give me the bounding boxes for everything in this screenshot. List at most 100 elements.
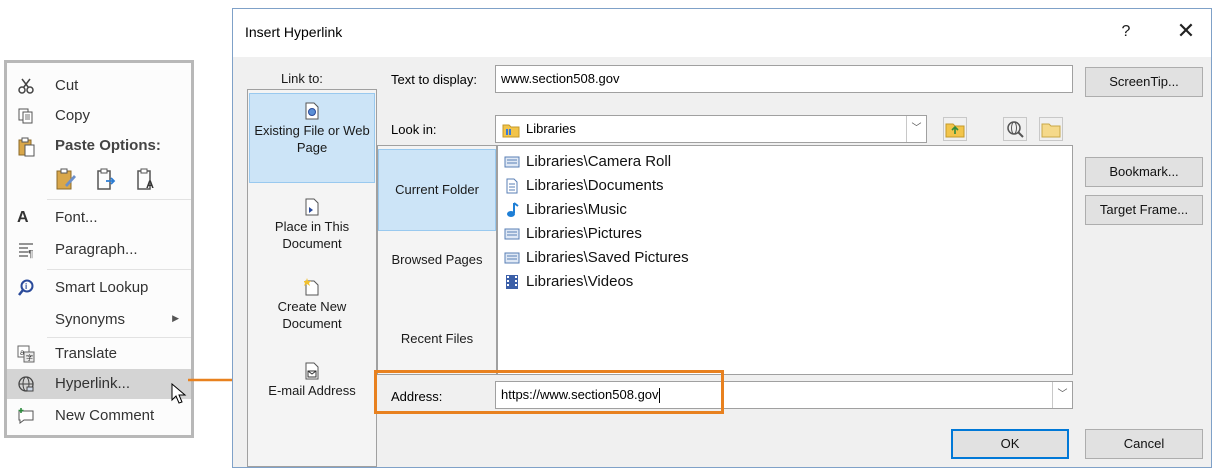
menu-item-label: Font... [55, 209, 98, 226]
font-icon: A [17, 209, 29, 226]
link-to-create-new-document[interactable]: Create New Document [249, 278, 375, 358]
smart-lookup-icon: i [17, 279, 35, 297]
help-button[interactable]: ? [1113, 19, 1139, 45]
menu-separator [47, 269, 191, 270]
list-item[interactable]: Libraries\Saved Pictures [504, 247, 689, 269]
link-to-label-email: E-mail Address [268, 383, 356, 398]
file-name: Libraries\Saved Pictures [526, 249, 689, 266]
address-highlight-box [374, 370, 724, 414]
videos-icon [506, 275, 518, 290]
menu-item-synonyms[interactable]: Synonyms ▶ [7, 305, 191, 335]
menu-item-font[interactable]: A Font... [7, 203, 191, 233]
link-to-existing-file[interactable]: Existing File or Web Page [249, 93, 375, 183]
menu-item-hyperlink[interactable]: Hyperlink... [7, 369, 191, 404]
svg-text:字: 字 [26, 353, 33, 362]
menu-item-new-comment[interactable]: New Comment [7, 401, 191, 431]
chevron-down-icon[interactable]: ﹀ [906, 116, 926, 142]
link-to-label-place: Place in This Document [274, 219, 350, 251]
file-list: Libraries\Camera Roll Libraries\Document… [497, 145, 1073, 375]
paste-keep-formatting-icon[interactable] [55, 167, 77, 194]
file-name: Libraries\Camera Roll [526, 153, 672, 170]
ok-button[interactable]: OK [951, 429, 1069, 459]
text-to-display-label: Text to display: [391, 72, 477, 87]
target-frame-button[interactable]: Target Frame... [1085, 195, 1203, 225]
svg-text:A: A [146, 179, 154, 191]
menu-item-copy[interactable]: Copy [7, 101, 191, 131]
list-item[interactable]: Libraries\Pictures [504, 223, 642, 245]
menu-item-cut[interactable]: Cut [7, 71, 191, 101]
link-to-place-in-document[interactable]: Place in This Document [249, 198, 375, 278]
link-to-label: Link to: [281, 71, 323, 86]
look-in-value: Libraries [526, 121, 576, 136]
dialog-title: Insert Hyperlink [245, 24, 343, 40]
create-new-document-icon [303, 278, 320, 296]
close-button[interactable]: ✕ [1171, 17, 1201, 47]
paste-option-buttons: A [55, 167, 175, 193]
hyperlink-icon [17, 375, 35, 393]
menu-item-paragraph[interactable]: ¶ Paragraph... [7, 235, 191, 265]
menu-item-translate[interactable]: a字 Translate [7, 339, 191, 369]
menu-item-label: New Comment [55, 407, 155, 424]
screentip-button[interactable]: ScreenTip... [1085, 67, 1203, 97]
link-to-email-address[interactable]: E-mail Address [249, 362, 375, 422]
look-in-label: Look in: [391, 122, 437, 137]
menu-separator [47, 199, 191, 200]
dialog-titlebar: Insert Hyperlink ? ✕ [233, 9, 1211, 57]
menu-item-label: Copy [55, 107, 91, 124]
link-to-label-existing: Existing File or Web Page [254, 123, 370, 155]
menu-item-label: Smart Lookup [55, 279, 149, 296]
libraries-folder-icon [502, 121, 520, 147]
email-address-icon [304, 362, 320, 380]
context-menu: Cut Copy Paste Options: A A Font... ¶ Pa… [4, 60, 194, 438]
chevron-down-icon[interactable]: ﹀ [1052, 382, 1072, 408]
copy-icon [17, 107, 35, 125]
browsed-pages-tab[interactable]: Browsed Pages [378, 252, 496, 274]
menu-item-label: Hyperlink... [55, 375, 131, 392]
svg-text:i: i [25, 282, 27, 291]
menu-item-label: Translate [55, 345, 117, 362]
place-in-document-icon [304, 198, 320, 216]
paste-text-only-icon[interactable]: A [135, 167, 157, 194]
up-one-folder-button[interactable] [943, 117, 967, 141]
list-item[interactable]: Libraries\Camera Roll [504, 151, 671, 173]
svg-text:¶: ¶ [28, 249, 33, 259]
cancel-button[interactable]: Cancel [1085, 429, 1203, 459]
saved-pictures-icon [504, 252, 520, 264]
paste-icon [17, 137, 35, 157]
menu-separator [47, 337, 191, 338]
paste-merge-formatting-icon[interactable] [95, 167, 117, 194]
text-to-display-field[interactable]: www.section508.gov [495, 65, 1073, 93]
look-in-combo[interactable]: Libraries ﹀ [495, 115, 927, 143]
file-name: Libraries\Pictures [526, 225, 642, 242]
menu-item-smart-lookup[interactable]: i Smart Lookup [7, 273, 191, 303]
list-item[interactable]: Libraries\Music [504, 199, 627, 221]
pictures-icon [504, 228, 520, 240]
menu-item-label: Synonyms [55, 311, 126, 328]
browse-file-button[interactable] [1039, 117, 1063, 141]
translate-icon: a字 [17, 345, 35, 363]
paste-options-header: Paste Options: [7, 131, 191, 161]
browse-web-button[interactable] [1003, 117, 1027, 141]
paragraph-icon: ¶ [17, 241, 35, 260]
existing-file-icon [304, 102, 320, 120]
menu-item-label: Cut [55, 77, 79, 94]
music-icon [507, 202, 519, 218]
file-name: Libraries\Videos [526, 273, 634, 290]
browse-nav-pane: Current Folder Browsed Pages Recent File… [377, 145, 497, 375]
file-name: Libraries\Music [526, 201, 627, 218]
menu-item-label: Paste Options: [55, 137, 161, 154]
list-item[interactable]: Libraries\Videos [504, 271, 633, 293]
new-comment-icon [17, 407, 35, 425]
link-to-pane: Existing File or Web Page Place in This … [247, 89, 377, 467]
documents-icon [506, 178, 518, 194]
library-icon [504, 156, 520, 168]
submenu-arrow-icon: ▶ [172, 313, 179, 323]
menu-item-label: Paragraph... [55, 241, 138, 258]
link-to-label-create: Create New Document [277, 299, 347, 331]
file-name: Libraries\Documents [526, 177, 664, 194]
bookmark-button[interactable]: Bookmark... [1085, 157, 1203, 187]
recent-files-tab[interactable]: Recent Files [378, 331, 496, 353]
scissors-icon [17, 77, 35, 95]
current-folder-tab[interactable]: Current Folder [378, 149, 496, 231]
list-item[interactable]: Libraries\Documents [504, 175, 664, 197]
